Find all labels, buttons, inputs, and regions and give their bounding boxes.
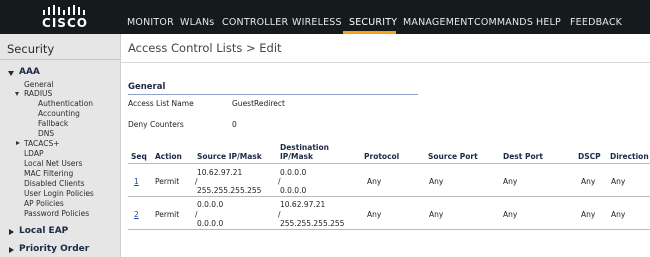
table-cell-dest-port: Any xyxy=(503,177,518,186)
table-cell-slash: / xyxy=(278,210,281,219)
table-cell-dest-port: Any xyxy=(503,210,518,219)
column-header-seq: Seq xyxy=(131,152,147,161)
sidebar-item-dns[interactable]: DNS xyxy=(38,129,54,138)
expand-right-icon[interactable] xyxy=(9,229,14,235)
access-list-name-value: GuestRedirect xyxy=(232,99,285,108)
column-header-destination-ip-mask: Destination IP/Mask xyxy=(280,143,329,161)
nav-management[interactable]: MANAGEMENT xyxy=(403,17,474,28)
table-cell-direction: Any xyxy=(611,177,626,186)
table-cell-source-port: Any xyxy=(429,177,444,186)
table-cell-destination-mask: 0.0.0.0 xyxy=(280,186,307,195)
sidebar-item-fallback[interactable]: Fallback xyxy=(38,119,68,128)
top-navigation-bar: CISCO MONITOR WLANs CONTROLLER WIRELESS … xyxy=(0,0,650,34)
table-cell-destination-ip: 0.0.0.0 xyxy=(280,168,307,177)
sidebar-item-tacacs[interactable]: TACACS+ xyxy=(24,139,60,148)
section-heading-general: General xyxy=(128,82,166,92)
table-cell-slash: / xyxy=(195,210,198,219)
nav-wlans[interactable]: WLANs xyxy=(180,17,214,28)
nav-help[interactable]: HELP xyxy=(536,17,561,28)
nav-commands[interactable]: COMMANDS xyxy=(474,17,533,28)
nav-wireless[interactable]: WIRELESS xyxy=(292,17,342,28)
expand-right-icon[interactable] xyxy=(16,141,20,145)
table-cell-source-ip: 0.0.0.0 xyxy=(197,200,224,209)
table-cell-action: Permit xyxy=(155,210,180,219)
table-cell-action: Permit xyxy=(155,177,180,186)
title-divider xyxy=(121,62,650,63)
column-header-source-ip-mask: Source IP/Mask xyxy=(197,152,262,161)
nav-monitor[interactable]: MONITOR xyxy=(127,17,174,28)
expand-right-icon[interactable] xyxy=(9,247,14,253)
nav-controller[interactable]: CONTROLLER xyxy=(222,17,288,28)
sidebar-divider xyxy=(0,59,121,60)
table-header-divider xyxy=(128,163,650,164)
table-cell-source-mask: 0.0.0.0 xyxy=(197,219,224,228)
table-cell-destination-mask: 255.255.255.255 xyxy=(280,219,345,228)
table-cell-dscp: Any xyxy=(581,177,596,186)
nav-security[interactable]: SECURITY xyxy=(349,17,397,28)
expand-down-icon[interactable] xyxy=(8,71,14,76)
sidebar-item-mac-filtering[interactable]: MAC Filtering xyxy=(24,169,73,178)
table-cell-destination-ip: 10.62.97.21 xyxy=(280,200,326,209)
table-cell-slash: / xyxy=(278,177,281,186)
deny-counters-value: 0 xyxy=(232,120,237,129)
sidebar-item-password-policies[interactable]: Password Policies xyxy=(24,209,89,218)
column-header-protocol: Protocol xyxy=(364,152,400,161)
table-cell-source-mask: 255.255.255.255 xyxy=(197,186,262,195)
table-cell-source-ip: 10.62.97.21 xyxy=(197,168,243,177)
sidebar-item-general[interactable]: General xyxy=(24,80,54,89)
table-row-divider xyxy=(128,229,650,230)
column-header-dscp: DSCP xyxy=(578,152,601,161)
table-cell-dscp: Any xyxy=(581,210,596,219)
column-header-direction: Direction xyxy=(610,152,649,161)
page-title: Access Control Lists > Edit xyxy=(128,41,282,55)
column-header-action: Action xyxy=(155,152,182,161)
deny-counters-label: Deny Counters xyxy=(128,120,184,129)
nav-feedback[interactable]: FEEDBACK xyxy=(570,17,622,28)
sidebar: Security AAA General RADIUS Authenticati… xyxy=(0,34,121,257)
sidebar-item-radius[interactable]: RADIUS xyxy=(24,89,52,98)
column-header-source-port: Source Port xyxy=(428,152,478,161)
sidebar-title: Security xyxy=(7,42,55,56)
table-cell-protocol: Any xyxy=(367,210,382,219)
sidebar-item-local-eap[interactable]: Local EAP xyxy=(19,226,68,236)
section-divider xyxy=(128,94,418,95)
sidebar-item-aaa[interactable]: AAA xyxy=(19,67,40,77)
sidebar-item-disabled-clients[interactable]: Disabled Clients xyxy=(24,179,85,188)
expand-down-icon[interactable] xyxy=(15,92,19,96)
column-header-dest-port: Dest Port xyxy=(503,152,543,161)
sidebar-item-priority-order[interactable]: Priority Order xyxy=(19,244,89,254)
table-cell-seq-link[interactable]: 2 xyxy=(134,210,139,219)
sidebar-item-accounting[interactable]: Accounting xyxy=(38,109,80,118)
table-cell-protocol: Any xyxy=(367,177,382,186)
table-cell-source-port: Any xyxy=(429,210,444,219)
logo-text: CISCO xyxy=(42,16,88,30)
cisco-logo: CISCO xyxy=(38,5,92,31)
table-cell-slash: / xyxy=(195,177,198,186)
active-tab-indicator xyxy=(343,31,396,34)
table-cell-direction: Any xyxy=(611,210,626,219)
access-list-name-label: Access List Name xyxy=(128,99,194,108)
cisco-bars-icon xyxy=(43,5,85,15)
sidebar-item-ldap[interactable]: LDAP xyxy=(24,149,43,158)
sidebar-item-ap-policies[interactable]: AP Policies xyxy=(24,199,64,208)
table-row-divider xyxy=(128,196,650,197)
sidebar-item-local-net-users[interactable]: Local Net Users xyxy=(24,159,82,168)
table-cell-seq-link[interactable]: 1 xyxy=(134,177,139,186)
sidebar-item-authentication[interactable]: Authentication xyxy=(38,99,93,108)
sidebar-item-user-login-policies[interactable]: User Login Policies xyxy=(24,189,94,198)
